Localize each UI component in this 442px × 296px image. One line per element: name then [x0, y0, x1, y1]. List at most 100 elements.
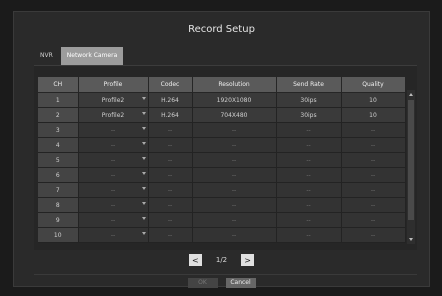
ch-cell: 10 [38, 227, 79, 243]
table-row: 3 -- -- -- -- -- [38, 122, 406, 138]
record-setup-dialog: Record Setup NVR Network Camera CH Profi… [13, 11, 430, 288]
scrollbar-thumb[interactable] [408, 100, 414, 220]
profile-value: -- [110, 231, 116, 239]
codec-cell: -- [148, 197, 193, 213]
quality-cell: -- [341, 137, 406, 153]
tab-nvr[interactable]: NVR [34, 47, 59, 65]
profile-select[interactable]: -- [78, 137, 149, 153]
send-rate-cell: -- [276, 182, 342, 198]
profile-value: -- [110, 171, 116, 179]
col-header-quality: Quality [341, 77, 406, 93]
profile-value: Profile2 [101, 96, 125, 104]
resolution-cell: -- [192, 197, 277, 213]
ch-cell: 3 [38, 122, 79, 138]
resolution-cell: -- [192, 152, 277, 168]
resolution-cell: -- [192, 137, 277, 153]
table-header-row: CH Profile Codec Resolution Send Rate Qu… [38, 77, 406, 93]
profile-select[interactable]: -- [78, 197, 149, 213]
col-header-profile: Profile [78, 77, 149, 93]
send-rate-cell: -- [276, 152, 342, 168]
profile-select[interactable]: -- [78, 227, 149, 243]
send-rate-cell: -- [276, 137, 342, 153]
quality-cell: -- [341, 152, 406, 168]
table-scrollbar[interactable] [407, 90, 415, 244]
resolution-cell: -- [192, 167, 277, 183]
codec-cell: -- [148, 137, 193, 153]
next-page-button[interactable]: > [241, 254, 255, 266]
ok-button[interactable]: OK [187, 278, 218, 288]
table-row: 9 -- -- -- -- -- [38, 212, 406, 228]
ch-cell: 1 [38, 92, 79, 108]
resolution-cell: 704X480 [192, 107, 277, 123]
resolution-cell: -- [192, 227, 277, 243]
dropdown-arrow-icon [141, 127, 146, 130]
col-header-resolution: Resolution [192, 77, 277, 93]
profile-value: Profile2 [101, 111, 125, 119]
table-row: 1 Profile2 H.264 1920X1080 30ips 10 [38, 92, 406, 108]
quality-cell: -- [341, 227, 406, 243]
codec-cell: -- [148, 122, 193, 138]
codec-cell: -- [148, 212, 193, 228]
tab-network-camera[interactable]: Network Camera [60, 47, 124, 65]
table-row: 6 -- -- -- -- -- [38, 167, 406, 183]
ch-cell: 8 [38, 197, 79, 213]
record-table: CH Profile Codec Resolution Send Rate Qu… [38, 77, 406, 243]
camera-record-panel: CH Profile Codec Resolution Send Rate Qu… [34, 65, 417, 250]
codec-cell: -- [148, 227, 193, 243]
resolution-cell: -- [192, 122, 277, 138]
ch-cell: 9 [38, 212, 79, 228]
dropdown-arrow-icon [141, 97, 146, 100]
send-rate-cell: 30ips [276, 107, 342, 123]
table-row: 7 -- -- -- -- -- [38, 182, 406, 198]
dialog-title: Record Setup [188, 24, 255, 35]
prev-page-button[interactable]: < [188, 254, 202, 266]
profile-select[interactable]: -- [78, 167, 149, 183]
resolution-cell: -- [192, 212, 277, 228]
quality-cell: -- [341, 167, 406, 183]
dropdown-arrow-icon [141, 202, 146, 205]
profile-value: -- [110, 126, 116, 134]
profile-select[interactable]: Profile2 [78, 107, 149, 123]
dropdown-arrow-icon [141, 232, 146, 235]
col-header-codec: Codec [148, 77, 193, 93]
dropdown-arrow-icon [141, 172, 146, 175]
col-header-send-rate: Send Rate [276, 77, 342, 93]
page-indicator: 1/2 [215, 256, 228, 264]
profile-select[interactable]: Profile2 [78, 92, 149, 108]
codec-cell: -- [148, 152, 193, 168]
profile-select[interactable]: -- [78, 182, 149, 198]
quality-cell: 10 [341, 92, 406, 108]
table-row: 5 -- -- -- -- -- [38, 152, 406, 168]
pagination: < 1/2 > [14, 254, 429, 266]
dropdown-arrow-icon [141, 217, 146, 220]
table-row: 2 Profile2 H.264 704X480 30ips 10 [38, 107, 406, 123]
profile-select[interactable]: -- [78, 122, 149, 138]
quality-cell: -- [341, 182, 406, 198]
tab-bar: NVR Network Camera [34, 47, 124, 65]
table-row: 10 -- -- -- -- -- [38, 227, 406, 243]
send-rate-cell: -- [276, 197, 342, 213]
ch-cell: 6 [38, 167, 79, 183]
codec-cell: -- [148, 167, 193, 183]
send-rate-cell: -- [276, 227, 342, 243]
profile-select[interactable]: -- [78, 152, 149, 168]
cancel-button[interactable]: Cancel [225, 278, 256, 288]
scroll-down-icon[interactable] [409, 238, 413, 241]
send-rate-cell: -- [276, 167, 342, 183]
scroll-up-icon[interactable] [409, 93, 413, 96]
divider [34, 274, 417, 275]
dropdown-arrow-icon [141, 142, 146, 145]
profile-value: -- [110, 186, 116, 194]
dropdown-arrow-icon [141, 157, 146, 160]
quality-cell: -- [341, 197, 406, 213]
send-rate-cell: -- [276, 122, 342, 138]
quality-cell: 10 [341, 107, 406, 123]
profile-select[interactable]: -- [78, 212, 149, 228]
table-row: 4 -- -- -- -- -- [38, 137, 406, 153]
table-row: 8 -- -- -- -- -- [38, 197, 406, 213]
send-rate-cell: 30ips [276, 92, 342, 108]
ch-cell: 5 [38, 152, 79, 168]
profile-value: -- [110, 141, 116, 149]
profile-value: -- [110, 216, 116, 224]
dropdown-arrow-icon [141, 112, 146, 115]
